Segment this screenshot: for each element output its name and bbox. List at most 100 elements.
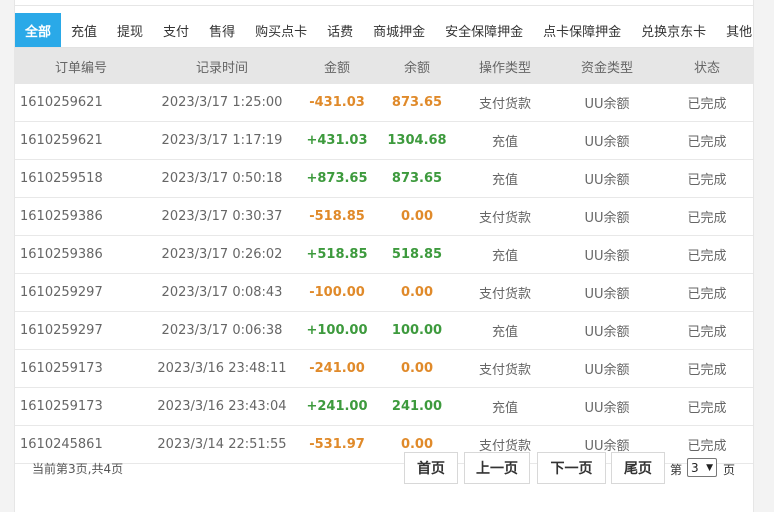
header-status: 状态 bbox=[661, 48, 753, 84]
cell-order-id: 1610259173 bbox=[15, 387, 147, 426]
records-panel: 全部 充值 提现 支付 售得 购买点卡 话费 商城押金 安全保障押金 点卡保障押… bbox=[14, 0, 754, 512]
cell-balance: 0.00 bbox=[377, 197, 457, 236]
cell-time: 2023/3/17 1:17:19 bbox=[147, 121, 297, 160]
cell-amount: +873.65 bbox=[297, 159, 377, 198]
next-page-button[interactable]: 下一页 bbox=[537, 452, 606, 484]
cell-time: 2023/3/17 0:50:18 bbox=[147, 159, 297, 198]
cell-fund-type: UU余额 bbox=[553, 235, 661, 274]
cell-status: 已完成 bbox=[661, 121, 753, 160]
records-table: 订单编号 记录时间 金额 余额 操作类型 资金类型 状态 1610259621 2… bbox=[15, 48, 753, 464]
tab-recharge[interactable]: 充值 bbox=[61, 13, 107, 47]
cell-time: 2023/3/16 23:43:04 bbox=[147, 387, 297, 426]
cell-balance: 100.00 bbox=[377, 311, 457, 350]
page-select-value: 3 bbox=[691, 460, 699, 475]
cell-fund-type: UU余额 bbox=[553, 197, 661, 236]
cell-fund-type: UU余额 bbox=[553, 387, 661, 426]
cell-balance: 518.85 bbox=[377, 235, 457, 274]
last-page-button[interactable]: 尾页 bbox=[611, 452, 665, 484]
cell-fund-type: UU余额 bbox=[553, 311, 661, 350]
cell-status: 已完成 bbox=[661, 159, 753, 198]
table-row: 1610259621 2023/3/17 1:25:00 -431.03 873.65… bbox=[15, 84, 753, 122]
table-row: 1610259297 2023/3/17 0:06:38 +100.00 100.00… bbox=[15, 311, 753, 350]
table-row: 1610259173 2023/3/16 23:48:11 -241.00 0.00 支… bbox=[15, 349, 753, 388]
cell-time: 2023/3/17 0:26:02 bbox=[147, 235, 297, 274]
cell-op-type: 充值 bbox=[457, 311, 553, 350]
cell-order-id: 1610259518 bbox=[15, 159, 147, 198]
cell-op-type: 支付货款 bbox=[457, 273, 553, 312]
cell-op-type: 充值 bbox=[457, 159, 553, 198]
header-time: 记录时间 bbox=[147, 48, 297, 84]
cell-fund-type: UU余额 bbox=[553, 121, 661, 160]
cell-amount: +431.03 bbox=[297, 121, 377, 160]
pagination-bar: 当前第3页,共4页 首页 上一页 下一页 尾页 第 3 ▼ 页 bbox=[15, 452, 753, 486]
tab-card-deposit[interactable]: 点卡保障押金 bbox=[533, 13, 631, 47]
cell-order-id: 1610259621 bbox=[15, 121, 147, 160]
header-balance: 余额 bbox=[377, 48, 457, 84]
table-row: 1610259621 2023/3/17 1:17:19 +431.03 1304.6… bbox=[15, 121, 753, 160]
first-page-button[interactable]: 首页 bbox=[404, 452, 458, 484]
cell-amount: -518.85 bbox=[297, 197, 377, 236]
tab-security-deposit[interactable]: 安全保障押金 bbox=[435, 13, 533, 47]
cell-amount: +518.85 bbox=[297, 235, 377, 274]
tab-buy-card[interactable]: 购买点卡 bbox=[245, 13, 317, 47]
tab-withdraw[interactable]: 提现 bbox=[107, 13, 153, 47]
table-row: 1610259386 2023/3/17 0:26:02 +518.85 518.85… bbox=[15, 235, 753, 274]
tab-mall-deposit[interactable]: 商城押金 bbox=[363, 13, 435, 47]
tab-pay[interactable]: 支付 bbox=[153, 13, 199, 47]
cell-order-id: 1610259621 bbox=[15, 84, 147, 122]
cell-order-id: 1610259386 bbox=[15, 235, 147, 274]
chevron-down-icon: ▼ bbox=[706, 462, 713, 473]
table-header-row: 订单编号 记录时间 金额 余额 操作类型 资金类型 状态 bbox=[15, 48, 753, 84]
cell-amount: -431.03 bbox=[297, 84, 377, 122]
cell-time: 2023/3/17 1:25:00 bbox=[147, 84, 297, 122]
cell-balance: 0.00 bbox=[377, 349, 457, 388]
cell-status: 已完成 bbox=[661, 387, 753, 426]
top-divider bbox=[15, 0, 753, 6]
cell-order-id: 1610259386 bbox=[15, 197, 147, 236]
tab-sold[interactable]: 售得 bbox=[199, 13, 245, 47]
cell-balance: 0.00 bbox=[377, 273, 457, 312]
table-row: 1610259386 2023/3/17 0:30:37 -518.85 0.00 支付… bbox=[15, 197, 753, 236]
cell-status: 已完成 bbox=[661, 273, 753, 312]
header-op-type: 操作类型 bbox=[457, 48, 553, 84]
cell-amount: +241.00 bbox=[297, 387, 377, 426]
cell-status: 已完成 bbox=[661, 349, 753, 388]
cell-order-id: 1610259297 bbox=[15, 311, 147, 350]
cell-op-type: 支付货款 bbox=[457, 349, 553, 388]
cell-amount: -241.00 bbox=[297, 349, 377, 388]
cell-op-type: 充值 bbox=[457, 387, 553, 426]
cell-status: 已完成 bbox=[661, 311, 753, 350]
tab-all[interactable]: 全部 bbox=[15, 13, 62, 47]
prev-page-button[interactable]: 上一页 bbox=[464, 452, 530, 484]
cell-time: 2023/3/17 0:06:38 bbox=[147, 311, 297, 350]
cell-balance: 241.00 bbox=[377, 387, 457, 426]
cell-time: 2023/3/17 0:08:43 bbox=[147, 273, 297, 312]
table-row: 1610259173 2023/3/16 23:43:04 +241.00 241.0… bbox=[15, 387, 753, 426]
tab-phone-bill[interactable]: 话费 bbox=[317, 13, 363, 47]
page-info: 当前第3页,共4页 bbox=[32, 462, 124, 476]
cell-status: 已完成 bbox=[661, 197, 753, 236]
cell-amount: +100.00 bbox=[297, 311, 377, 350]
cell-fund-type: UU余额 bbox=[553, 349, 661, 388]
page-prefix-label: 第 bbox=[670, 463, 683, 477]
filter-tabs: 全部 充值 提现 支付 售得 购买点卡 话费 商城押金 安全保障押金 点卡保障押… bbox=[15, 13, 753, 48]
cell-time: 2023/3/16 23:48:11 bbox=[147, 349, 297, 388]
header-order-id: 订单编号 bbox=[15, 48, 147, 84]
tab-jd-card[interactable]: 兑换京东卡 bbox=[631, 13, 716, 47]
cell-fund-type: UU余额 bbox=[553, 84, 661, 122]
cell-order-id: 1610259297 bbox=[15, 273, 147, 312]
cell-order-id: 1610259173 bbox=[15, 349, 147, 388]
cell-balance: 873.65 bbox=[377, 84, 457, 122]
table-row: 1610259518 2023/3/17 0:50:18 +873.65 873.65… bbox=[15, 159, 753, 198]
table-row: 1610259297 2023/3/17 0:08:43 -100.00 0.00 支付… bbox=[15, 273, 753, 312]
cell-status: 已完成 bbox=[661, 235, 753, 274]
tab-other[interactable]: 其他 bbox=[716, 13, 762, 47]
cell-op-type: 支付货款 bbox=[457, 197, 553, 236]
cell-op-type: 充值 bbox=[457, 121, 553, 160]
cell-status: 已完成 bbox=[661, 84, 753, 122]
cell-fund-type: UU余额 bbox=[553, 159, 661, 198]
cell-op-type: 支付货款 bbox=[457, 84, 553, 122]
page-select[interactable]: 3 ▼ bbox=[687, 458, 717, 477]
cell-op-type: 充值 bbox=[457, 235, 553, 274]
cell-amount: -100.00 bbox=[297, 273, 377, 312]
